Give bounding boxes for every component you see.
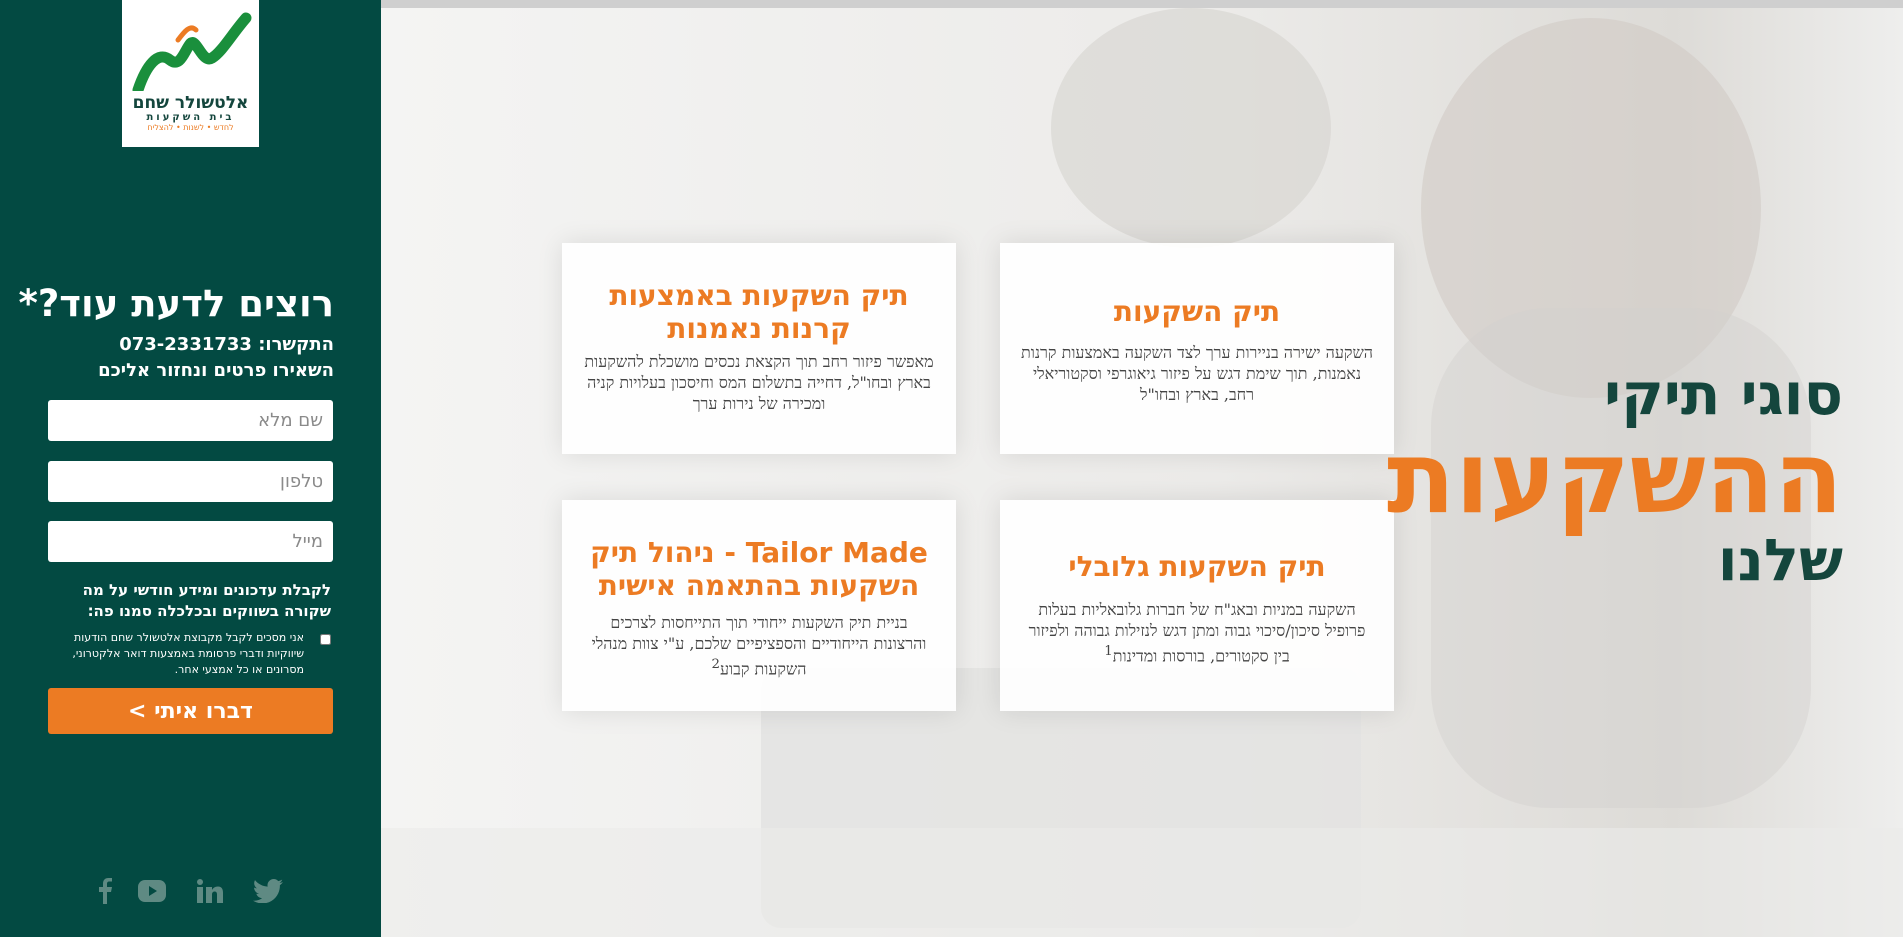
hero-line-2: ההשקעות [1386, 419, 1843, 536]
card-text-body: השקעה במניות ובאג"ח של חברות גלובאליות ב… [1028, 600, 1366, 666]
facebook-icon[interactable] [88, 874, 122, 908]
card-footnote: 1 [1104, 644, 1113, 659]
card-text: השקעה במניות ובאג"ח של חברות גלובאליות ב… [1020, 599, 1374, 666]
card-tailor-made-portfolio[interactable]: Tailor Made - ניהול תיק השקעות בהתאמה אי… [562, 500, 956, 711]
card-title: Tailor Made - ניהול תיק השקעות בהתאמה אי… [590, 536, 928, 602]
linkedin-icon[interactable] [193, 874, 227, 908]
phone-input[interactable] [48, 461, 333, 502]
logo-subtitle: בית השקעות [146, 112, 235, 123]
company-logo[interactable]: אלטשולר שחם בית השקעות לחדש • לשנות • לה… [122, 0, 259, 147]
contact-sidebar: אלטשולר שחם בית השקעות לחדש • לשנות • לה… [0, 0, 381, 937]
hero-heading: סוגי תיקי ההשקעות שלנו [1387, 360, 1843, 592]
consent-checkbox[interactable] [320, 634, 331, 645]
consent-text: אני מסכים לקבל מקבוצת אלטשולר שחם הודעות… [72, 631, 304, 676]
hero-line-3: שלנו [1717, 526, 1843, 594]
card-text-body: בניית תיק השקעות ייחודי תוך התייחסות לצר… [591, 613, 927, 679]
email-input[interactable] [48, 521, 333, 562]
full-name-input[interactable] [48, 400, 333, 441]
hero-line-1: סוגי תיקי [1604, 360, 1843, 428]
updates-text: לקבלת עדכונים ומידע חודשי על מה שקורה בש… [82, 581, 331, 620]
logo-swoosh-icon [132, 12, 252, 91]
card-title: תיק השקעות באמצעות קרנות נאמנות [609, 279, 909, 345]
card-title: תיק השקעות [1113, 295, 1281, 328]
card-global-portfolio[interactable]: תיק השקעות גלובלי השקעה במניות ובאג"ח של… [1000, 500, 1394, 711]
card-footnote: 2 [711, 657, 720, 672]
contact-title: רוצים לדעת עוד?* [18, 282, 334, 325]
contact-leave-details: השאירו פרטים ונחזור אליכם [98, 360, 334, 381]
card-text: השקעה ישירה בניירות ערך לצד השקעה באמצעו… [1021, 343, 1373, 404]
card-text: בניית תיק השקעות ייחודי תוך התייחסות לצר… [582, 612, 936, 679]
logo-tagline: לחדש • לשנות • להצליח [147, 123, 234, 132]
card-title: תיק השקעות גלובלי [1068, 550, 1326, 583]
card-text: מאפשר פיזור רחב תוך הקצאת נכסים מושכלת ל… [584, 352, 934, 413]
logo-name: אלטשולר שחם [132, 93, 249, 113]
youtube-icon[interactable] [135, 874, 169, 908]
card-mutual-funds-portfolio[interactable]: תיק השקעות באמצעות קרנות נאמנות מאפשר פי… [562, 243, 956, 454]
talk-to-me-button[interactable]: דברו איתי > [48, 688, 333, 734]
main-content: תיק השקעות השקעה ישירה בניירות ערך לצד ה… [381, 0, 1903, 937]
twitter-icon[interactable] [251, 874, 285, 908]
top-strip [381, 0, 1903, 8]
card-investment-portfolio[interactable]: תיק השקעות השקעה ישירה בניירות ערך לצד ה… [1000, 243, 1394, 454]
contact-phone[interactable]: התקשרו: 073-2331733 [119, 334, 334, 355]
